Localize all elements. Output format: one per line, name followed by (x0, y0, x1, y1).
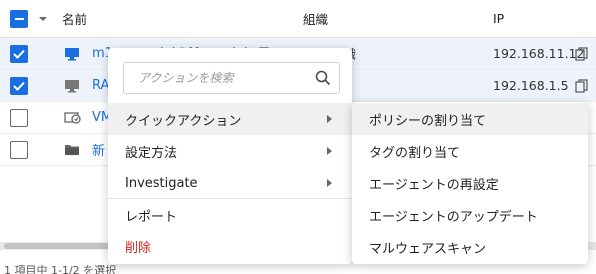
desktop-icon (64, 70, 80, 101)
column-header-org[interactable]: 組織 (303, 0, 328, 37)
check-icon (13, 49, 25, 59)
submenu-item-assign-tag[interactable]: タグの割り当て (352, 135, 588, 167)
row-checkbox[interactable] (10, 141, 28, 159)
row-checkbox[interactable] (10, 77, 28, 95)
row-checkbox[interactable] (10, 109, 28, 127)
copy-icon[interactable] (575, 70, 588, 101)
row-checkbox[interactable] (10, 45, 28, 63)
column-header-name[interactable]: 名前 (62, 0, 87, 37)
menu-item-label: 削除 (125, 240, 152, 256)
check-icon (13, 81, 25, 91)
submenu-arrow-icon (327, 147, 332, 155)
selection-summary: 1 項目中 1-1/2 を選択 (4, 264, 117, 274)
ip-value: 192.168.11.12 (493, 46, 585, 61)
vm-icon (64, 102, 82, 133)
select-all-checkbox[interactable] (10, 10, 28, 28)
menu-item-label: レポート (125, 209, 178, 225)
table-header: 名前 組織 IP (0, 0, 596, 38)
folder-icon (64, 134, 80, 165)
context-menu: クイックアクション 設定方法 Investigate レポート 削除 (108, 48, 352, 264)
ip-value: 192.168.1.5 (493, 78, 569, 93)
action-search-input[interactable] (124, 63, 304, 93)
quick-action-submenu: ポリシーの割り当て タグの割り当て エージェントの再設定 エージェントのアップデ… (352, 102, 588, 264)
menu-item-label: 設定方法 (125, 145, 178, 161)
menu-item-delete[interactable]: 削除 (108, 230, 352, 262)
desktop-icon (64, 38, 80, 69)
column-header-ip[interactable]: IP (493, 0, 504, 37)
submenu-arrow-icon (327, 179, 332, 187)
submenu-item-reconfigure-agent[interactable]: エージェントの再設定 (352, 167, 588, 199)
action-search-box[interactable] (123, 62, 340, 94)
menu-item-investigate[interactable]: Investigate (108, 167, 352, 199)
copy-icon[interactable] (575, 38, 588, 69)
search-icon[interactable] (315, 70, 331, 86)
indeterminate-mark (14, 18, 24, 20)
menu-item-label: Investigate (125, 175, 198, 191)
submenu-item-assign-policy[interactable]: ポリシーの割り当て (352, 103, 588, 135)
menu-item-configure[interactable]: 設定方法 (108, 135, 352, 167)
menu-item-label: クイックアクション (125, 113, 242, 129)
sort-chevron-icon[interactable] (38, 0, 48, 37)
submenu-item-malware-scan[interactable]: マルウェアスキャン (352, 231, 588, 263)
submenu-item-update-agent[interactable]: エージェントのアップデート (352, 199, 588, 231)
submenu-arrow-icon (327, 115, 332, 123)
menu-item-quick-action[interactable]: クイックアクション (108, 103, 352, 135)
endpoint-name-link[interactable]: 新 (92, 134, 105, 165)
menu-item-report[interactable]: レポート (108, 199, 352, 231)
